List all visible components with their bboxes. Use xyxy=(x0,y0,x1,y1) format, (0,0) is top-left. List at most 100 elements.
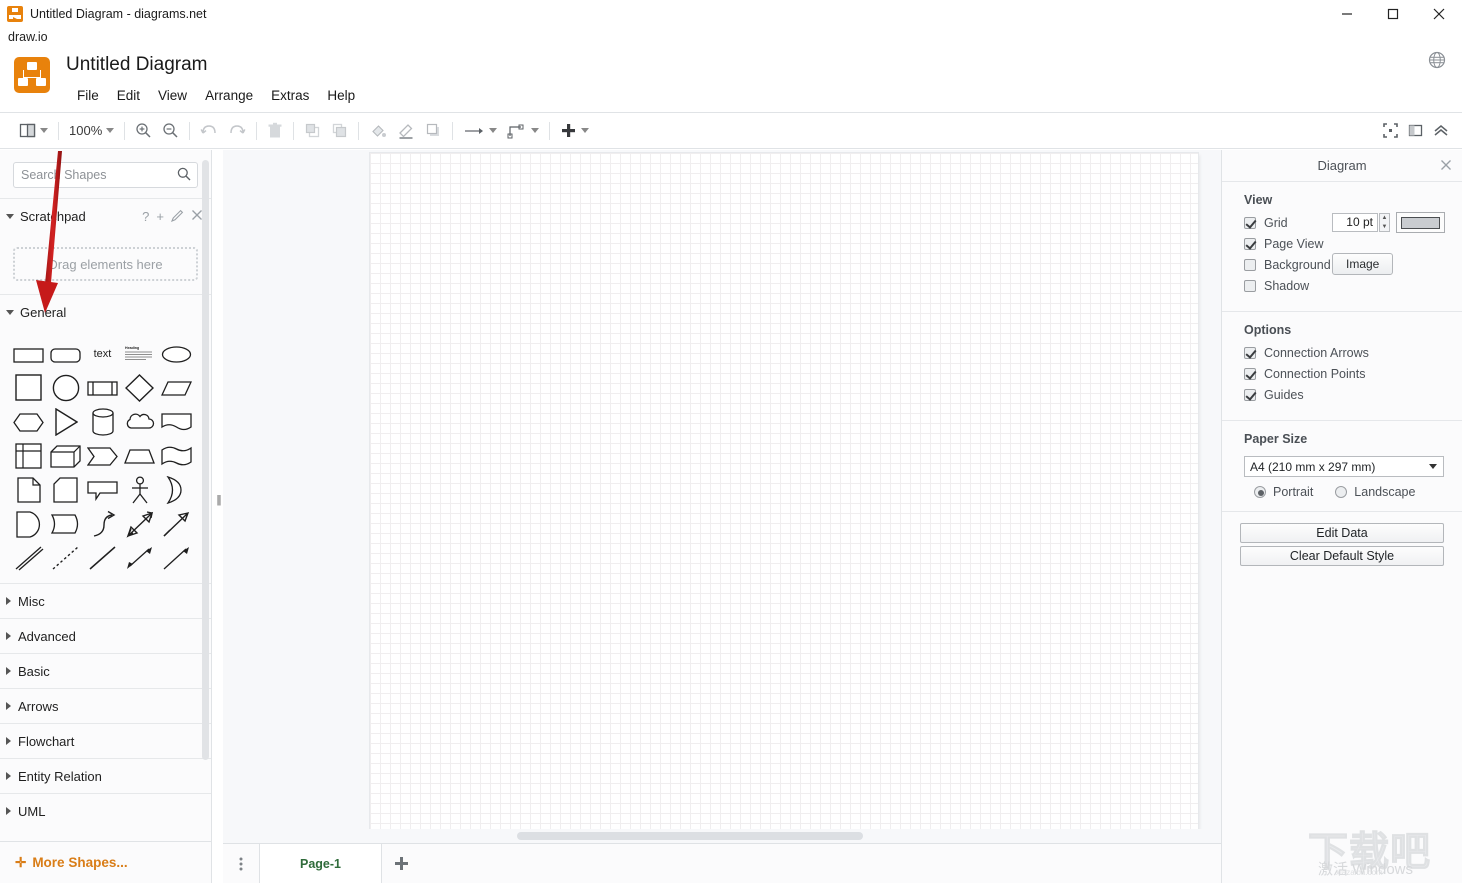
page-view-checkbox[interactable] xyxy=(1244,237,1256,250)
close-button[interactable] xyxy=(1416,0,1462,28)
diagram-page[interactable] xyxy=(370,153,1198,833)
shadow-checkbox[interactable] xyxy=(1244,279,1256,292)
search-icon[interactable] xyxy=(177,167,191,186)
fill-color-button[interactable] xyxy=(364,118,392,144)
shape-document[interactable] xyxy=(158,405,195,439)
add-page-button[interactable] xyxy=(382,844,420,883)
zoom-level-button[interactable]: 100% xyxy=(64,118,119,144)
scratchpad-help-icon[interactable]: ? xyxy=(142,209,149,224)
shape-hexagon[interactable] xyxy=(10,405,47,439)
fullscreen-button[interactable] xyxy=(1378,118,1403,144)
shape-curve[interactable] xyxy=(84,507,121,541)
background-checkbox[interactable] xyxy=(1244,258,1256,271)
shape-rectangle[interactable] xyxy=(10,337,47,371)
menu-arrange[interactable]: Arrange xyxy=(196,86,262,105)
shape-process[interactable] xyxy=(84,371,121,405)
to-front-button[interactable] xyxy=(299,118,326,144)
globe-icon[interactable] xyxy=(1428,51,1446,69)
scratchpad-add-icon[interactable]: + xyxy=(156,209,164,224)
maximize-button[interactable] xyxy=(1370,0,1416,28)
shape-textbox[interactable]: Heading xyxy=(121,337,158,371)
close-icon[interactable] xyxy=(1440,158,1452,174)
edge-style-button[interactable] xyxy=(502,118,544,144)
shape-curved-rectangle[interactable] xyxy=(47,507,84,541)
shape-cube[interactable] xyxy=(47,439,84,473)
shape-text[interactable]: text xyxy=(84,337,121,371)
minimize-button[interactable] xyxy=(1324,0,1370,28)
shape-dashed-line[interactable] xyxy=(47,541,84,575)
pencil-icon[interactable] xyxy=(171,209,184,225)
canvas-scrollbar-thumb[interactable] xyxy=(517,832,863,840)
shape-note[interactable] xyxy=(10,473,47,507)
shape-actor[interactable] xyxy=(121,473,158,507)
menu-file[interactable]: File xyxy=(68,86,108,105)
shape-or[interactable] xyxy=(158,473,195,507)
landscape-radio[interactable] xyxy=(1335,486,1348,498)
insert-button[interactable] xyxy=(555,118,594,144)
shape-circle[interactable] xyxy=(47,371,84,405)
shape-cylinder[interactable] xyxy=(84,405,121,439)
diagram-canvas[interactable] xyxy=(223,150,1221,833)
shape-square[interactable] xyxy=(10,371,47,405)
menu-view[interactable]: View xyxy=(149,86,196,105)
menu-help[interactable]: Help xyxy=(318,86,364,105)
shape-parallelogram[interactable] xyxy=(158,371,195,405)
grid-checkbox[interactable] xyxy=(1244,216,1256,229)
view-layers-button[interactable] xyxy=(14,118,53,144)
general-section-header[interactable]: General xyxy=(0,294,211,329)
shadow-button[interactable] xyxy=(420,118,447,144)
sidebar-item-entity-relation[interactable]: Entity Relation xyxy=(0,758,211,793)
format-panel-toggle-button[interactable] xyxy=(1403,118,1428,144)
page-tab-page-1[interactable]: Page-1 xyxy=(259,844,382,883)
zoom-out-button[interactable] xyxy=(157,118,184,144)
collapse-toolbar-button[interactable] xyxy=(1428,118,1454,144)
paper-size-select[interactable]: A4 (210 mm x 297 mm) xyxy=(1244,456,1444,477)
zoom-in-button[interactable] xyxy=(130,118,157,144)
portrait-radio[interactable] xyxy=(1254,486,1266,498)
clear-default-style-button[interactable]: Clear Default Style xyxy=(1240,546,1444,566)
shape-dashed-bidirectional-arrow[interactable] xyxy=(121,541,158,575)
shape-line[interactable] xyxy=(84,541,121,575)
menu-edit[interactable]: Edit xyxy=(108,86,149,105)
to-back-button[interactable] xyxy=(326,118,353,144)
shape-diamond[interactable] xyxy=(121,371,158,405)
background-image-button[interactable]: Image xyxy=(1332,253,1394,275)
panel-splitter-handle[interactable]: || xyxy=(214,150,223,850)
shape-rounded-rectangle[interactable] xyxy=(47,337,84,371)
shape-card[interactable] xyxy=(47,473,84,507)
shape-internal-storage[interactable] xyxy=(10,439,47,473)
sidebar-item-basic[interactable]: Basic xyxy=(0,653,211,688)
delete-button[interactable] xyxy=(262,118,288,144)
shape-callout[interactable] xyxy=(84,473,121,507)
document-title[interactable]: Untitled Diagram xyxy=(66,54,208,76)
scratchpad-section-header[interactable]: Scratchpad ? + xyxy=(0,198,211,233)
shape-single-arrow[interactable] xyxy=(158,507,195,541)
shape-ellipse[interactable] xyxy=(158,337,195,371)
shape-cloud[interactable] xyxy=(121,405,158,439)
shape-data-storage[interactable] xyxy=(10,507,47,541)
kebab-menu-icon[interactable] xyxy=(223,844,259,883)
grid-size-stepper[interactable]: ▲ ▼ xyxy=(1379,213,1390,232)
shapes-panel-scrollbar[interactable] xyxy=(202,160,209,760)
sidebar-item-advanced[interactable]: Advanced xyxy=(0,618,211,653)
shape-tape[interactable] xyxy=(158,439,195,473)
redo-button[interactable] xyxy=(223,118,251,144)
shape-double-line[interactable] xyxy=(10,541,47,575)
waypoints-button[interactable] xyxy=(458,118,502,144)
grid-color-swatch[interactable] xyxy=(1396,212,1445,233)
search-shapes-input[interactable] xyxy=(13,162,198,188)
sidebar-item-flowchart[interactable]: Flowchart xyxy=(0,723,211,758)
shape-bidirectional-arrow[interactable] xyxy=(121,507,158,541)
edit-data-button[interactable]: Edit Data xyxy=(1240,523,1444,543)
sidebar-item-uml[interactable]: UML xyxy=(0,793,211,828)
shape-trapezoid[interactable] xyxy=(121,439,158,473)
line-color-button[interactable] xyxy=(392,118,420,144)
canvas-horizontal-scrollbar[interactable] xyxy=(223,829,1221,843)
guides-checkbox[interactable] xyxy=(1244,388,1256,401)
sidebar-item-arrows[interactable]: Arrows xyxy=(0,688,211,723)
shape-step[interactable] xyxy=(84,439,121,473)
more-shapes-button[interactable]: ✛ More Shapes... xyxy=(0,841,211,883)
sidebar-item-misc[interactable]: Misc xyxy=(0,583,211,618)
connection-points-checkbox[interactable] xyxy=(1244,367,1256,380)
grid-size-input[interactable]: 10 pt xyxy=(1332,213,1378,232)
